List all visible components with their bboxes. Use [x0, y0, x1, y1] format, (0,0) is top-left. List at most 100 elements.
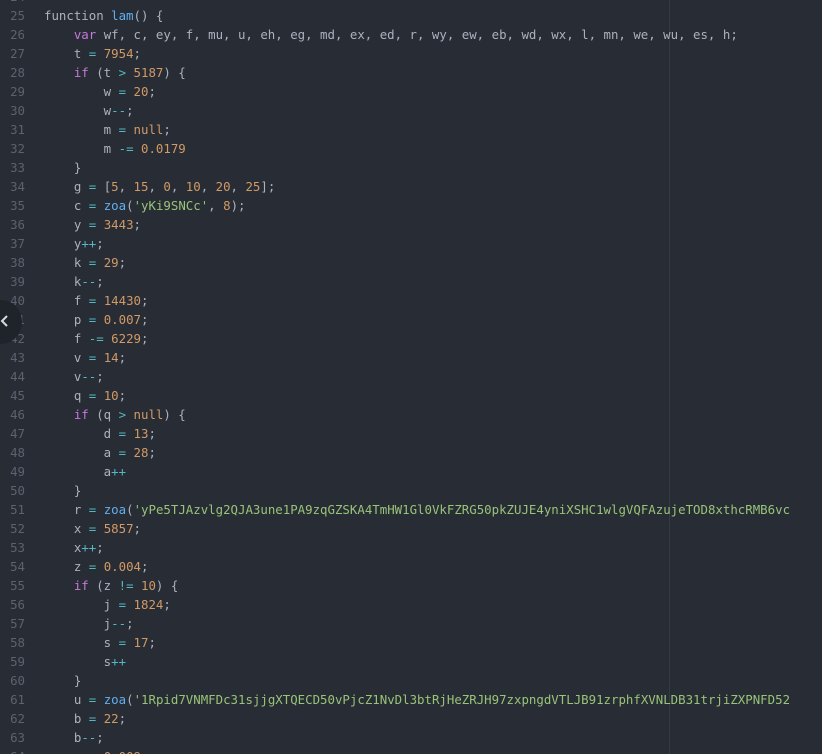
code-line[interactable]: 39 k--; — [0, 272, 822, 291]
code-token: -= — [88, 331, 104, 346]
code-line[interactable]: 60 } — [0, 671, 822, 690]
code-line[interactable]: 43 v = 14; — [0, 348, 822, 367]
code-text: f -= 6229; — [44, 329, 149, 348]
code-text: n = 0.009; — [44, 747, 149, 754]
code-token: () { — [133, 8, 164, 23]
code-text: if (t > 5187) { — [44, 63, 186, 82]
code-line[interactable]: 40 f = 14430; — [0, 291, 822, 310]
code-token: z — [44, 559, 89, 574]
code-text: b = 22; — [44, 709, 126, 728]
code-token: m — [44, 122, 119, 137]
code-line[interactable]: 37 y++; — [0, 234, 822, 253]
code-line[interactable]: 54 z = 0.004; — [0, 557, 822, 576]
code-line[interactable]: 30 w--; — [0, 101, 822, 120]
code-token: > — [118, 65, 127, 80]
code-token: 1824 — [133, 597, 164, 612]
code-token: j — [44, 616, 112, 631]
code-token: 5 — [111, 179, 119, 194]
code-token: ) { — [163, 407, 186, 422]
line-number: 57 — [10, 616, 25, 631]
line-number: 52 — [10, 521, 25, 536]
code-token: k — [44, 274, 82, 289]
code-line[interactable]: 56 j = 1824; — [0, 595, 822, 614]
code-line[interactable]: 59 s++ — [0, 652, 822, 671]
code-token: ; — [118, 388, 127, 403]
code-line[interactable]: 52 x = 5857; — [0, 519, 822, 538]
code-line[interactable]: 36 y = 3443; — [0, 215, 822, 234]
code-text: if (q > null) { — [44, 405, 186, 424]
code-token: ; — [163, 597, 171, 612]
code-token: [ — [96, 179, 112, 194]
line-number: 53 — [10, 540, 25, 555]
code-line[interactable]: 53 x++; — [0, 538, 822, 557]
code-token: ; — [148, 445, 156, 460]
code-token: ; — [96, 540, 104, 555]
code-token: n — [44, 749, 89, 754]
code-line[interactable]: 41 p = 0.007; — [0, 310, 822, 329]
code-line[interactable]: 32 m -= 0.0179 — [0, 139, 822, 158]
code-line[interactable]: 42 f -= 6229; — [0, 329, 822, 348]
code-line[interactable]: 34 g = [5, 15, 0, 10, 20, 25]; — [0, 177, 822, 196]
code-token: 14430 — [103, 293, 142, 308]
code-line[interactable]: 47 d = 13; — [0, 424, 822, 443]
code-line[interactable]: 28 if (t > 5187) { — [0, 63, 822, 82]
code-token: ++ — [81, 540, 97, 555]
code-text: j--; — [44, 614, 134, 633]
code-token: ) { — [163, 65, 186, 80]
code-token: c — [44, 198, 89, 213]
code-token: = — [118, 597, 127, 612]
code-text: z = 0.004; — [44, 557, 149, 576]
code-line[interactable]: 26 var wf, c, ey, f, mu, u, eh, eg, md, … — [0, 25, 822, 44]
code-line[interactable]: 29 w = 20; — [0, 82, 822, 101]
code-line[interactable]: 57 j--; — [0, 614, 822, 633]
code-line[interactable]: 45 q = 10; — [0, 386, 822, 405]
code-line[interactable]: 63 b--; — [0, 728, 822, 747]
code-line[interactable]: 35 c = zoa('yKi9SNCc', 8); — [0, 196, 822, 215]
code-token: , — [208, 198, 224, 213]
code-line[interactable]: 44 v--; — [0, 367, 822, 386]
code-token: v — [44, 350, 89, 365]
code-token: m — [44, 141, 119, 156]
code-text: c = zoa('yKi9SNCc', 8); — [44, 196, 246, 215]
code-token: 6229 — [111, 331, 141, 346]
code-token: , — [148, 179, 164, 194]
code-token: if — [73, 65, 89, 80]
code-token: ( — [126, 692, 134, 707]
code-line[interactable]: 55 if (z != 10) { — [0, 576, 822, 595]
code-token: j — [44, 597, 119, 612]
code-token: r — [44, 502, 89, 517]
code-line[interactable]: 58 s = 17; — [0, 633, 822, 652]
code-token: ; — [133, 521, 142, 536]
code-line[interactable]: 25 function lam() { — [0, 6, 822, 25]
line-number: 44 — [10, 369, 25, 384]
code-line[interactable]: 51 r = zoa('yPe5TJAzvlg2QJA3une1PA9zqGZS… — [0, 500, 822, 519]
code-text: v = 14; — [44, 348, 126, 367]
code-line[interactable]: 64 n = 0.009; — [0, 747, 822, 754]
code-line[interactable]: 33 } — [0, 158, 822, 177]
code-token: 'yKi9SNCc' — [133, 198, 209, 213]
code-line[interactable]: 46 if (q > null) { — [0, 405, 822, 424]
code-line[interactable]: 48 a = 28; — [0, 443, 822, 462]
code-token: = — [118, 426, 127, 441]
code-line[interactable]: 62 b = 22; — [0, 709, 822, 728]
line-number: 54 — [10, 559, 25, 574]
code-line[interactable]: 49 a++ — [0, 462, 822, 481]
code-editor[interactable]: 2425function lam() {26 var wf, c, ey, f,… — [0, 0, 822, 754]
code-token: ++ — [111, 654, 127, 669]
code-line[interactable]: 50 } — [0, 481, 822, 500]
code-lines[interactable]: 2425function lam() {26 var wf, c, ey, f,… — [0, 0, 822, 754]
code-line[interactable]: 27 t = 7954; — [0, 44, 822, 63]
code-token: , — [118, 179, 134, 194]
line-number: 49 — [10, 464, 25, 479]
code-line[interactable]: 61 u = zoa('1Rpid7VNMFDc31sjjgXTQECD50vP… — [0, 690, 822, 709]
code-line[interactable]: 38 k = 29; — [0, 253, 822, 272]
code-line[interactable]: 31 m = null; — [0, 120, 822, 139]
